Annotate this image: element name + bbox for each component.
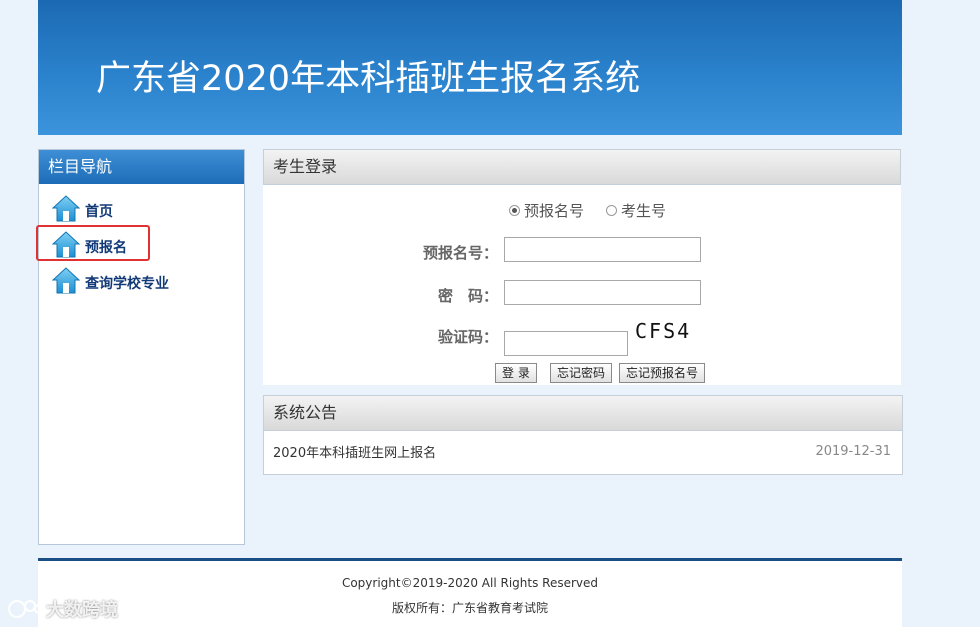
captcha-label: 验证码： <box>437 328 498 346</box>
notice-text[interactable]: 2020年本科插班生网上报名 <box>273 442 436 461</box>
notice-panel: 系统公告 2020年本科插班生网上报名 2019-12-31 <box>263 395 903 475</box>
login-panel-title: 考生登录 <box>263 149 901 185</box>
watermark: 大数跨境 <box>8 596 118 622</box>
sidebar-item-home[interactable]: 首页 <box>52 194 113 222</box>
sidebar-item-school-search[interactable]: 查询学校专业 <box>52 266 169 294</box>
home-icon <box>52 267 80 294</box>
forgot-password-button[interactable]: 忘记密码 <box>550 363 613 383</box>
id-label: 预报名号： <box>422 244 498 262</box>
radio-exam-id[interactable] <box>606 205 618 216</box>
login-button[interactable]: 登 录 <box>495 363 537 383</box>
login-panel: 考生登录 预报名号 考生号 预报名号： 密 码： 验证码： CFS4 登 录 忘… <box>263 149 901 385</box>
sidebar-title: 栏目导航 <box>39 150 244 184</box>
radio-label: 预报名号 <box>524 202 585 220</box>
password-label: 密 码： <box>437 287 498 305</box>
home-icon <box>52 195 80 222</box>
password-input[interactable] <box>504 280 701 305</box>
captcha-image[interactable]: CFS4 <box>635 319 715 345</box>
forgot-id-button[interactable]: 忘记预报名号 <box>619 363 706 383</box>
sidebar: 栏目导航 首页 预报名 查询学校专业 <box>38 149 245 545</box>
login-type-radio-group: 预报名号 考生号 <box>509 200 688 221</box>
watermark-logo-icon <box>8 600 44 618</box>
highlight-annotation <box>36 225 150 261</box>
notice-date: 2019-12-31 <box>815 443 891 459</box>
footer: Copyright©2019-2020 All Rights Reserved … <box>38 558 902 627</box>
radio-pre-register-id[interactable] <box>509 205 520 216</box>
sidebar-item-label: 查询学校专业 <box>85 276 169 292</box>
copyright-text: Copyright©2019-2020 All Rights Reserved <box>341 576 599 590</box>
pre-register-id-input[interactable] <box>504 237 701 262</box>
owner-text: 版权所有：广东省教育考试院 <box>391 601 548 615</box>
header-banner: 广东省2020年本科插班生报名系统 <box>38 0 902 135</box>
list-item[interactable]: 2020年本科插班生网上报名 2019-12-31 <box>264 431 902 471</box>
notice-panel-title: 系统公告 <box>264 396 902 431</box>
radio-label: 考生号 <box>621 202 667 220</box>
captcha-input[interactable] <box>504 331 628 356</box>
site-title: 广东省2020年本科插班生报名系统 <box>96 59 641 99</box>
sidebar-item-label: 首页 <box>85 204 113 220</box>
watermark-text: 大数跨境 <box>46 600 118 621</box>
page: 广东省2020年本科插班生报名系统 栏目导航 首页 预报名 查询学校专业 考生登… <box>0 0 980 627</box>
